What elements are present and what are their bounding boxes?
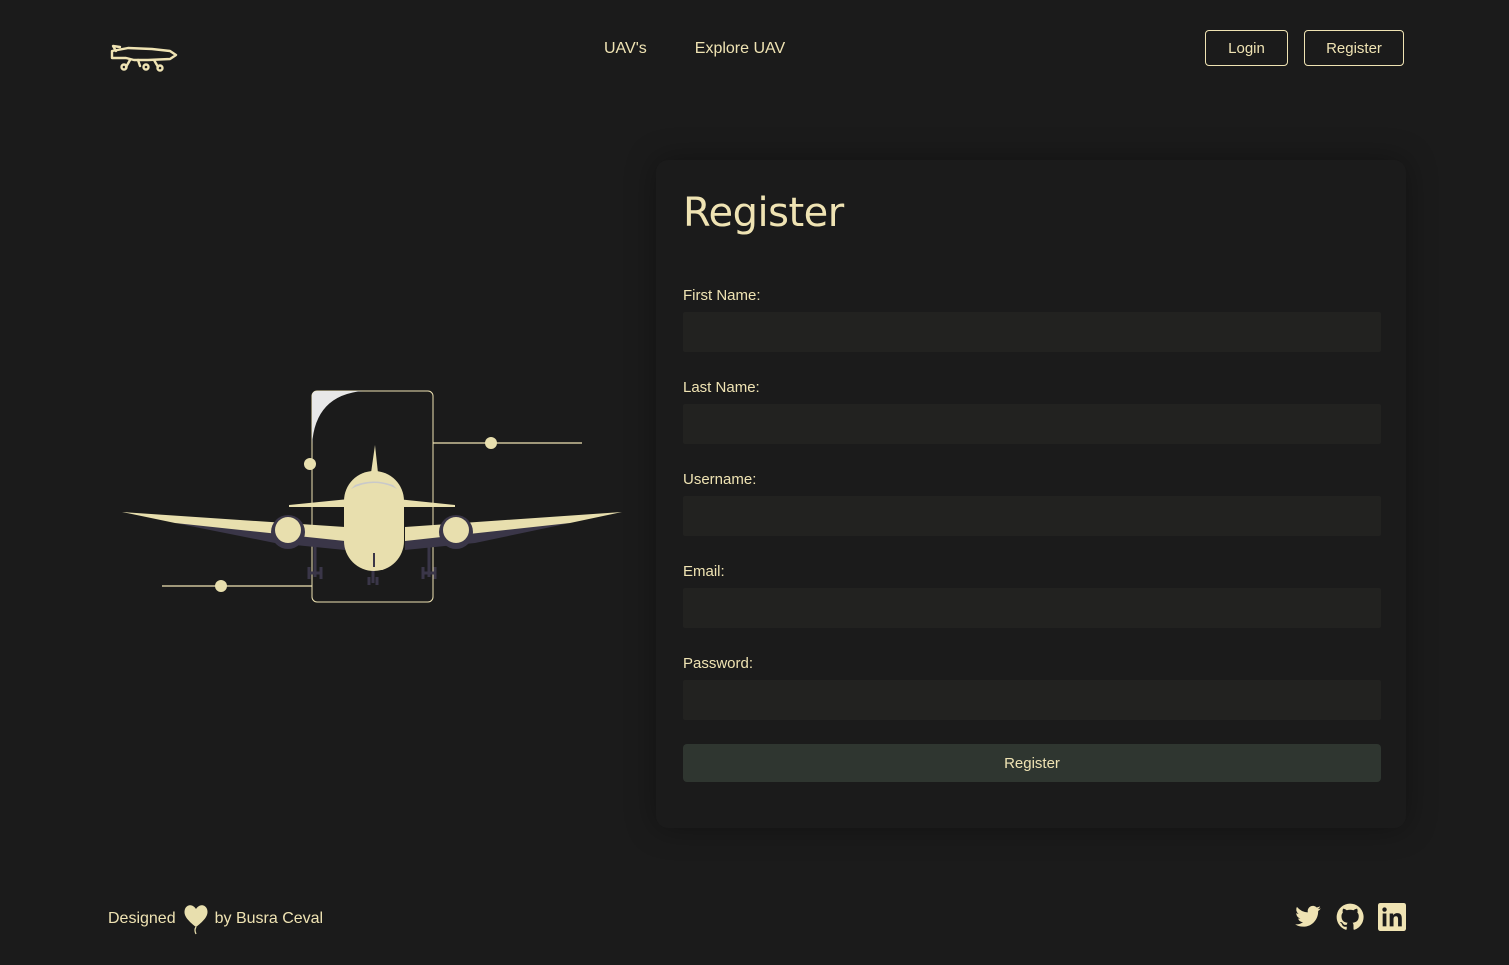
first-name-label: First Name: xyxy=(683,287,761,304)
register-card: Register First Name: Last Name: Username… xyxy=(656,160,1406,828)
first-name-input[interactable] xyxy=(683,312,1381,352)
auth-buttons: Login Register xyxy=(1205,30,1404,66)
linkedin-icon[interactable] xyxy=(1378,903,1406,931)
airplane-illustration xyxy=(115,385,630,610)
username-input[interactable] xyxy=(683,496,1381,536)
username-label: Username: xyxy=(683,471,757,488)
password-label: Password: xyxy=(683,655,754,672)
last-name-input[interactable] xyxy=(683,404,1381,444)
login-button[interactable]: Login xyxy=(1205,30,1288,66)
email-input[interactable] xyxy=(683,588,1381,628)
register-page: UAV's Explore UAV Login Register Registe… xyxy=(0,0,1509,965)
by-author-text: by Busra Ceval xyxy=(214,910,324,927)
register-title: Register xyxy=(683,190,844,236)
register-nav-button[interactable]: Register xyxy=(1304,30,1404,66)
github-icon[interactable] xyxy=(1336,903,1364,931)
first-name-group: First Name: xyxy=(683,287,1381,352)
designer-credit: Designed by Busra Ceval xyxy=(108,903,323,935)
main-nav: UAV's Explore UAV xyxy=(604,40,785,58)
twitter-icon[interactable] xyxy=(1294,903,1322,931)
last-name-label: Last Name: xyxy=(683,379,760,396)
password-input[interactable] xyxy=(683,680,1381,720)
heart-balloon-icon xyxy=(183,903,209,935)
uav-logo-icon[interactable] xyxy=(108,36,180,76)
nav-link-uavs[interactable]: UAV's xyxy=(604,40,647,58)
email-group: Email: xyxy=(683,563,1381,628)
nav-link-explore-uav[interactable]: Explore UAV xyxy=(695,40,785,58)
last-name-group: Last Name: xyxy=(683,379,1381,444)
designed-text: Designed xyxy=(108,910,176,927)
password-group: Password: xyxy=(683,655,1381,720)
username-group: Username: xyxy=(683,471,1381,536)
email-label: Email: xyxy=(683,563,725,580)
register-submit-button[interactable]: Register xyxy=(683,744,1381,782)
social-links xyxy=(1294,903,1406,931)
